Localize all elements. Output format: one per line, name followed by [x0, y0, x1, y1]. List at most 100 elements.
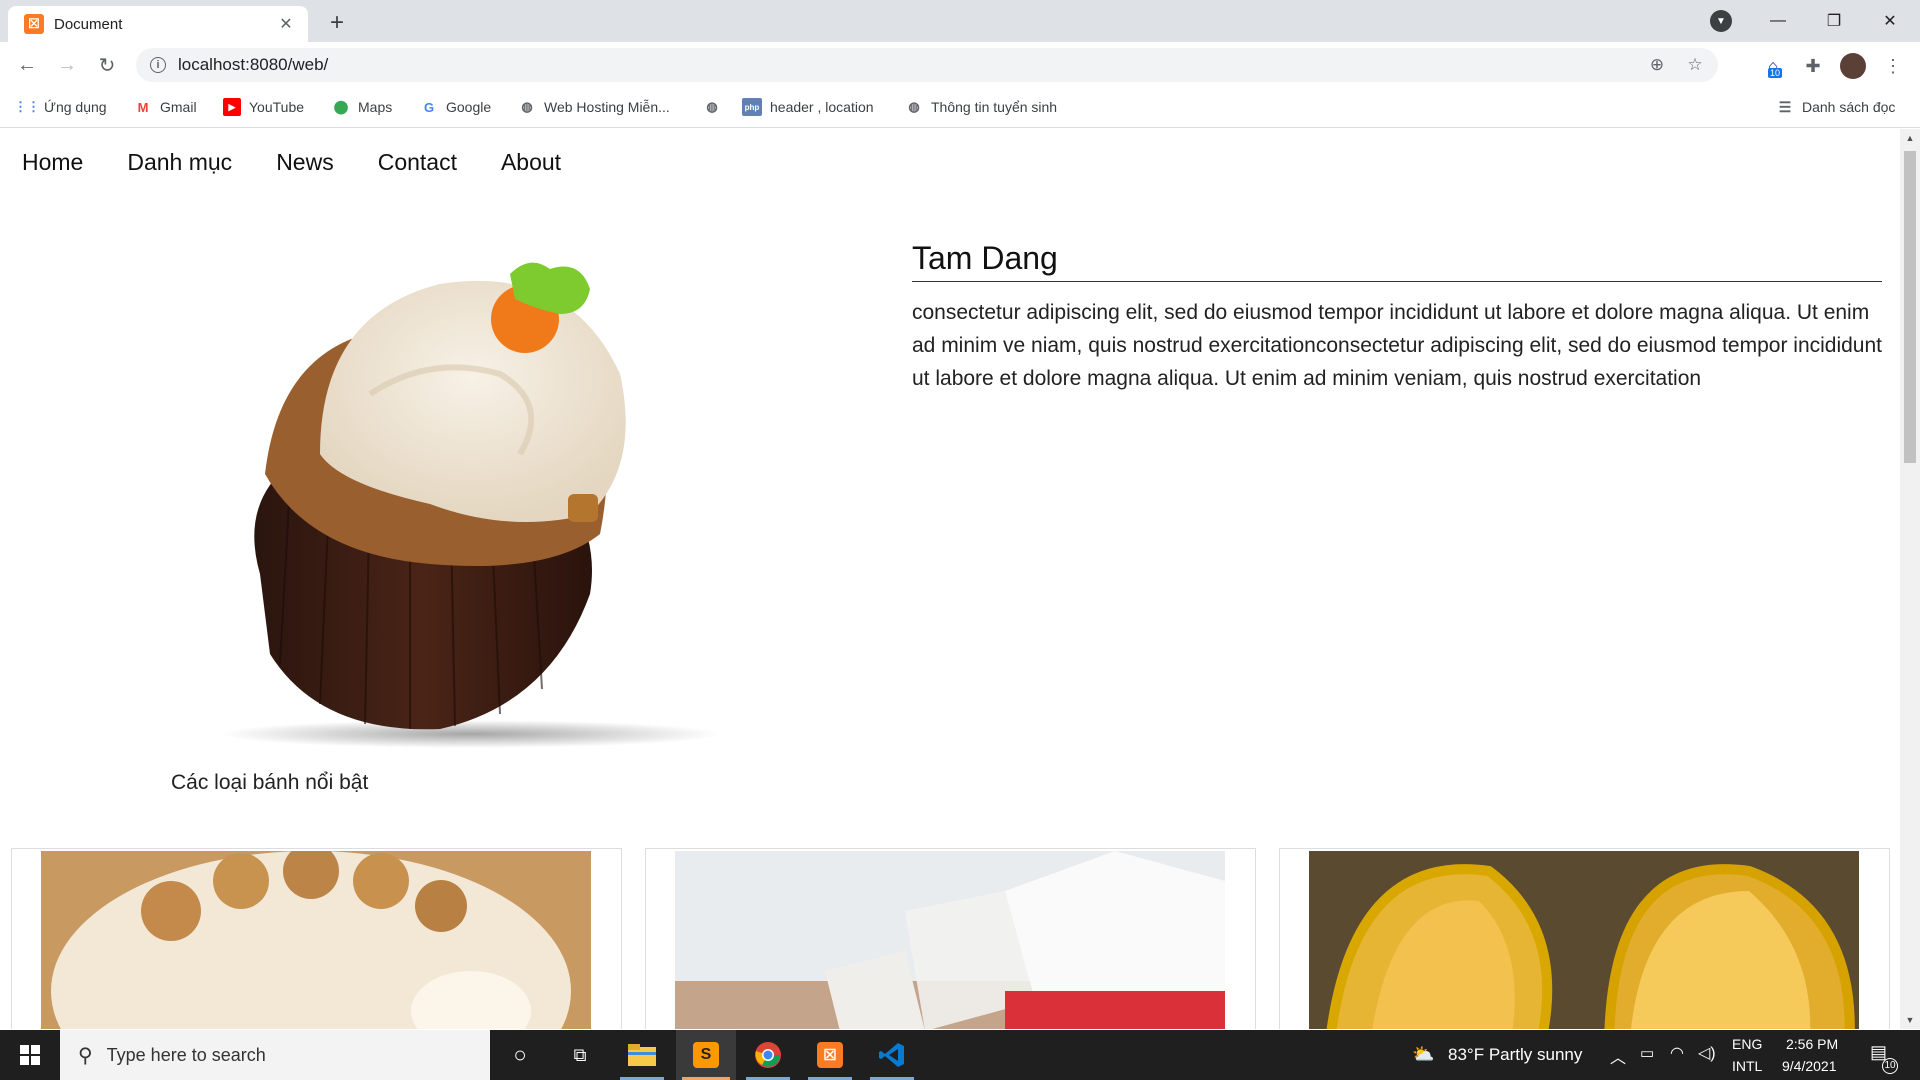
clock-time[interactable]: 2:56 PM — [1786, 1036, 1838, 1052]
bookmark-globe[interactable]: ◍ — [703, 98, 729, 116]
cortana-icon[interactable]: ○ — [490, 1030, 550, 1080]
php-icon: php — [742, 98, 762, 116]
file-explorer-icon[interactable] — [612, 1030, 672, 1080]
nav-danh-muc[interactable]: Danh mục — [127, 149, 232, 176]
tab-title: Document — [54, 15, 123, 33]
globe-icon: ◍ — [706, 99, 718, 114]
extensions-puzzle-icon[interactable]: ✚ — [1800, 53, 1826, 79]
back-button[interactable]: ← — [12, 50, 42, 80]
reload-button[interactable]: ↻ — [92, 50, 122, 80]
folder-icon — [628, 1044, 656, 1066]
bookmark-label: Thông tin tuyển sinh — [931, 99, 1058, 115]
vscode-taskbar-icon[interactable] — [862, 1030, 922, 1080]
language-layout[interactable]: INTL — [1732, 1058, 1762, 1074]
product-card[interactable] — [11, 848, 622, 1029]
bookmark-gmail[interactable]: M Gmail — [134, 98, 197, 116]
zoom-icon[interactable]: ⊕ — [1642, 55, 1672, 75]
windows-logo-icon — [20, 1045, 40, 1065]
weather-text[interactable]: 83°F Partly sunny — [1448, 1045, 1582, 1065]
youtube-icon: ▶ — [223, 98, 241, 116]
bookmark-google[interactable]: G Google — [420, 98, 491, 116]
apps-grid-icon: ⋮⋮ — [14, 99, 40, 114]
windows-taskbar: ⚲ Type here to search ○ ⧉ S ☒ ⛅ 83°F Par… — [0, 1030, 1920, 1080]
reading-list-icon: ☰ — [1778, 98, 1792, 115]
bookmark-label: Google — [446, 99, 492, 115]
weather-icon[interactable]: ⛅ — [1412, 1044, 1434, 1065]
bookmark-maps[interactable]: ⬤ Maps — [332, 98, 393, 116]
globe-icon: ◍ — [908, 99, 920, 114]
product-card[interactable] — [1279, 848, 1890, 1029]
chrome-taskbar-icon[interactable] — [738, 1030, 798, 1080]
browser-tab[interactable]: ☒ Document ✕ — [8, 6, 308, 42]
reading-list[interactable]: ☰ Danh sách đọc — [1776, 98, 1896, 116]
url-text[interactable]: localhost:8080/web/ — [178, 55, 1642, 75]
forward-button[interactable]: → — [52, 50, 82, 80]
tab-search-icon[interactable]: ▼ — [1710, 10, 1732, 32]
scroll-up-arrow-icon[interactable]: ▲ — [1900, 129, 1920, 147]
nav-home[interactable]: Home — [22, 149, 83, 176]
nav-about[interactable]: About — [501, 149, 561, 176]
minimize-button[interactable]: — — [1750, 0, 1806, 42]
product-cards — [11, 848, 1891, 1029]
site-info-icon[interactable]: i — [150, 57, 166, 73]
bookmark-label: Web Hosting Miễn... — [544, 99, 670, 115]
start-button[interactable] — [0, 1030, 60, 1080]
hero-caption: Các loại bánh nổi bật — [171, 771, 369, 794]
volume-icon[interactable]: ◁) — [1698, 1043, 1716, 1063]
nav-contact[interactable]: Contact — [378, 149, 457, 176]
profile-avatar[interactable] — [1840, 53, 1866, 79]
close-window-button[interactable]: ✕ — [1862, 0, 1918, 42]
search-icon: ⚲ — [78, 1044, 93, 1067]
extension-badge: 10 — [1768, 68, 1783, 78]
bookmark-label: header , location — [770, 99, 874, 115]
nav-news[interactable]: News — [276, 149, 334, 176]
xampp-favicon-icon: ☒ — [24, 14, 44, 34]
battery-icon[interactable]: ▭ — [1640, 1044, 1654, 1062]
clock-date[interactable]: 9/4/2021 — [1782, 1058, 1837, 1074]
maps-pin-icon: ⬤ — [333, 99, 349, 114]
gmail-icon: M — [137, 99, 149, 115]
new-tab-button[interactable]: + — [322, 8, 352, 38]
bookmark-web-hosting[interactable]: ◍ Web Hosting Miễn... — [518, 98, 670, 116]
bread-photo — [1309, 851, 1859, 1029]
task-view-icon[interactable]: ⧉ — [550, 1030, 610, 1080]
taskbar-search[interactable]: ⚲ Type here to search — [60, 1030, 490, 1080]
jelly-photo — [675, 851, 1225, 1029]
xampp-logo-icon: ☒ — [817, 1042, 843, 1068]
bookmark-label: Ứng dụng — [44, 99, 107, 115]
address-bar[interactable]: i localhost:8080/web/ ⊕ ☆ — [136, 48, 1718, 82]
bookmark-tuyen-sinh[interactable]: ◍ Thông tin tuyển sinh — [905, 98, 1057, 116]
sublime-text-icon[interactable]: S — [676, 1030, 736, 1080]
vscode-logo-icon — [879, 1043, 904, 1067]
page-viewport: Home Danh mục News Contact About Các loạ… — [0, 129, 1900, 1029]
restore-button[interactable]: ❐ — [1806, 0, 1862, 42]
profile-name: Tam Dang — [912, 240, 1882, 282]
scroll-thumb[interactable] — [1904, 151, 1916, 463]
bookmark-star-icon[interactable]: ☆ — [1680, 55, 1710, 75]
xampp-taskbar-icon[interactable]: ☒ — [800, 1030, 860, 1080]
product-card[interactable] — [645, 848, 1256, 1029]
cupcake-image — [220, 262, 720, 748]
chrome-logo-icon — [755, 1042, 781, 1068]
bookmark-apps[interactable]: ⋮⋮ Ứng dụng — [14, 98, 107, 116]
google-icon: G — [423, 99, 435, 115]
bookmark-label: YouTube — [249, 99, 305, 115]
bookmark-php[interactable]: php header , location — [742, 98, 874, 116]
bookmark-youtube[interactable]: ▶ YouTube — [223, 98, 304, 116]
globe-icon: ◍ — [521, 99, 533, 114]
browser-toolbar: ← → ↻ i localhost:8080/web/ ⊕ ☆ ⌂ ✚ ⋮ — [0, 42, 1920, 88]
search-placeholder: Type here to search — [106, 1044, 266, 1065]
show-hidden-icons[interactable]: ︿ — [1610, 1044, 1626, 1068]
page-scrollbar[interactable]: ▲ ▼ — [1900, 129, 1920, 1029]
bookmark-label: Maps — [358, 99, 393, 115]
scroll-down-arrow-icon[interactable]: ▼ — [1900, 1011, 1920, 1029]
reading-list-label: Danh sách đọc — [1802, 99, 1896, 115]
chrome-menu-icon[interactable]: ⋮ — [1880, 53, 1906, 79]
bookmark-label: Gmail — [160, 99, 197, 115]
profile-description: consectetur adipiscing elit, sed do eius… — [912, 301, 1882, 390]
wifi-icon[interactable]: ◠ — [1670, 1043, 1684, 1063]
language-code[interactable]: ENG — [1732, 1036, 1762, 1052]
tab-close-icon[interactable]: ✕ — [276, 14, 296, 34]
notification-badge: 10 — [1882, 1058, 1898, 1074]
tab-strip: ☒ Document ✕ + ▼ — ❐ ✕ — [0, 0, 1920, 42]
